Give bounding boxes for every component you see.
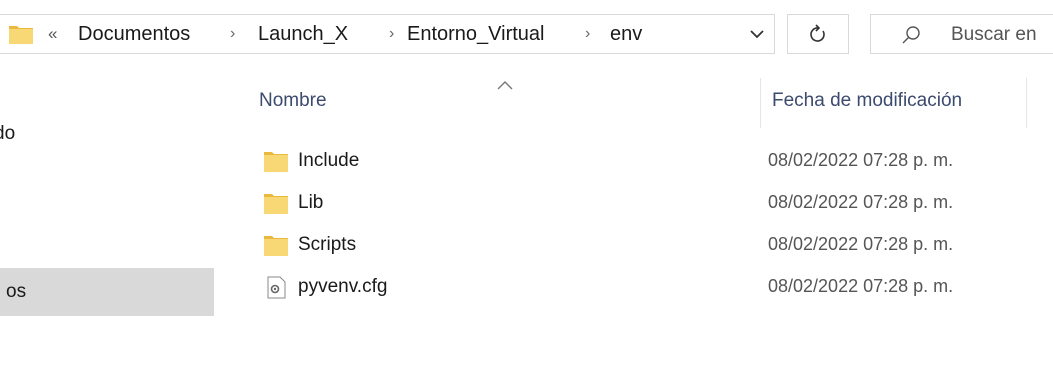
nav-item-selected[interactable]: os bbox=[0, 268, 214, 316]
file-row[interactable]: Include 08/02/2022 07:28 p. m. bbox=[240, 140, 1053, 182]
file-name: Scripts bbox=[298, 234, 357, 255]
nav-item-label: do bbox=[0, 123, 16, 144]
file-date: 08/02/2022 07:28 p. m. bbox=[768, 192, 954, 212]
file-name: pyvenv.cfg bbox=[298, 276, 388, 297]
breadcrumb-item-entorno-virtual[interactable]: Entorno_Virtual bbox=[407, 23, 545, 46]
folder-icon bbox=[9, 26, 33, 44]
chevron-right-icon[interactable]: › bbox=[389, 25, 394, 43]
file-name: Include bbox=[298, 150, 360, 171]
file-date: 08/02/2022 07:28 p. m. bbox=[768, 234, 954, 254]
file-explorer-window: « Documentos › Launch_X › Entorno_Virtua… bbox=[0, 0, 1053, 367]
search-placeholder: Buscar en bbox=[951, 24, 1037, 45]
nav-item-label: os bbox=[6, 281, 27, 302]
folder-icon bbox=[264, 152, 288, 172]
column-divider[interactable] bbox=[1026, 78, 1027, 128]
refresh-button[interactable] bbox=[787, 14, 849, 54]
refresh-icon bbox=[810, 24, 825, 42]
chevron-right-icon[interactable]: › bbox=[230, 25, 235, 43]
column-header-date[interactable]: Fecha de modificación bbox=[772, 90, 962, 112]
breadcrumb-overflow-button[interactable]: « bbox=[48, 24, 57, 44]
navigation-pane: do os bbox=[0, 70, 232, 367]
file-name: Lib bbox=[298, 192, 324, 213]
breadcrumb-item-documentos[interactable]: Documentos bbox=[78, 23, 190, 46]
config-file-icon bbox=[267, 276, 286, 299]
address-history-dropdown[interactable] bbox=[742, 19, 772, 49]
file-row[interactable]: Scripts 08/02/2022 07:28 p. m. bbox=[240, 224, 1053, 266]
column-header-name[interactable]: Nombre bbox=[259, 90, 327, 112]
nav-item[interactable]: do bbox=[0, 110, 214, 158]
file-date: 08/02/2022 07:28 p. m. bbox=[768, 276, 954, 296]
breadcrumb-item-launch-x[interactable]: Launch_X bbox=[258, 23, 348, 46]
address-bar[interactable]: « Documentos › Launch_X › Entorno_Virtua… bbox=[0, 14, 775, 54]
file-row[interactable]: pyvenv.cfg 08/02/2022 07:28 p. m. bbox=[240, 266, 1053, 308]
chevron-right-icon[interactable]: › bbox=[585, 25, 590, 43]
breadcrumb-item-env[interactable]: env bbox=[610, 23, 642, 46]
column-divider[interactable] bbox=[760, 78, 761, 128]
search-icon bbox=[902, 26, 920, 44]
chevron-down-icon bbox=[750, 29, 764, 38]
sort-ascending-icon bbox=[497, 81, 513, 90]
folder-icon bbox=[264, 194, 288, 214]
file-date: 08/02/2022 07:28 p. m. bbox=[768, 150, 954, 170]
search-input[interactable]: Buscar en bbox=[870, 14, 1053, 54]
file-row[interactable]: Lib 08/02/2022 07:28 p. m. bbox=[240, 182, 1053, 224]
folder-icon bbox=[264, 236, 288, 256]
